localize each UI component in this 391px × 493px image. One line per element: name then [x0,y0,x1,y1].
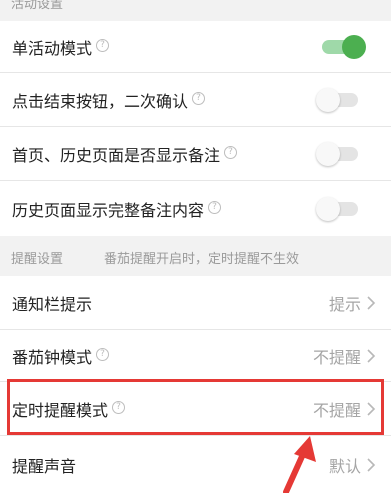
section-header-reminder-note: 番茄提醒开启时，定时提醒不生效 [104,252,300,267]
question-circle-icon[interactable]: ? [96,348,110,362]
chevron-right-icon [367,348,376,363]
setting-value: 默认 [328,456,361,476]
setting-label: 提醒声音 [12,456,77,476]
setting-row-pomodoro-mode[interactable]: 番茄钟模式? 不提醒 [0,330,391,382]
highlight-box [7,379,384,435]
end-button-confirm-toggle[interactable] [316,87,358,112]
setting-row-reminder-sound[interactable]: 提醒声音 默认 [0,436,391,493]
single-activity-mode-toggle[interactable] [322,34,366,59]
chevron-right-icon [367,295,376,310]
annotation-arrow-icon [283,436,316,493]
setting-value: 不提醒 [312,347,361,367]
setting-row-end-button-confirm[interactable]: 点击结束按钮，二次确认? [0,73,391,127]
question-circle-icon[interactable]: ? [224,146,238,160]
setting-row-notification-bar[interactable]: 通知栏提示 提示 [0,276,391,330]
setting-row-show-notes[interactable]: 首页、历史页面是否显示备注? [0,127,391,181]
toggle-knob [316,196,340,221]
section-header-reminder-label: 提醒设置 [11,252,64,267]
show-notes-toggle[interactable] [316,141,358,166]
setting-label: 点击结束按钮，二次确认 [12,91,189,111]
setting-label: 番茄钟模式 [12,347,93,367]
setting-row-single-activity-mode[interactable]: 单活动模式? [0,21,391,73]
toggle-knob [342,34,366,59]
setting-label: 单活动模式 [12,38,93,58]
question-circle-icon[interactable]: ? [192,92,206,106]
question-circle-icon[interactable]: ? [208,201,222,215]
full-notes-toggle[interactable] [316,196,358,221]
chevron-right-icon [367,457,376,472]
section-header-activity-label: 活动设置 [11,0,64,12]
setting-label: 历史页面显示完整备注内容 [12,200,205,220]
question-circle-icon[interactable]: ? [96,39,110,53]
setting-label: 首页、历史页面是否显示备注 [12,145,221,165]
section-header-reminder: 提醒设置 番茄提醒开启时，定时提醒不生效 [0,236,391,276]
setting-row-full-notes[interactable]: 历史页面显示完整备注内容? [0,181,391,236]
toggle-knob [316,87,340,112]
toggle-knob [316,141,340,166]
setting-label: 通知栏提示 [12,294,93,314]
section-header-activity: 活动设置 [0,0,391,21]
setting-value: 提示 [328,294,361,314]
